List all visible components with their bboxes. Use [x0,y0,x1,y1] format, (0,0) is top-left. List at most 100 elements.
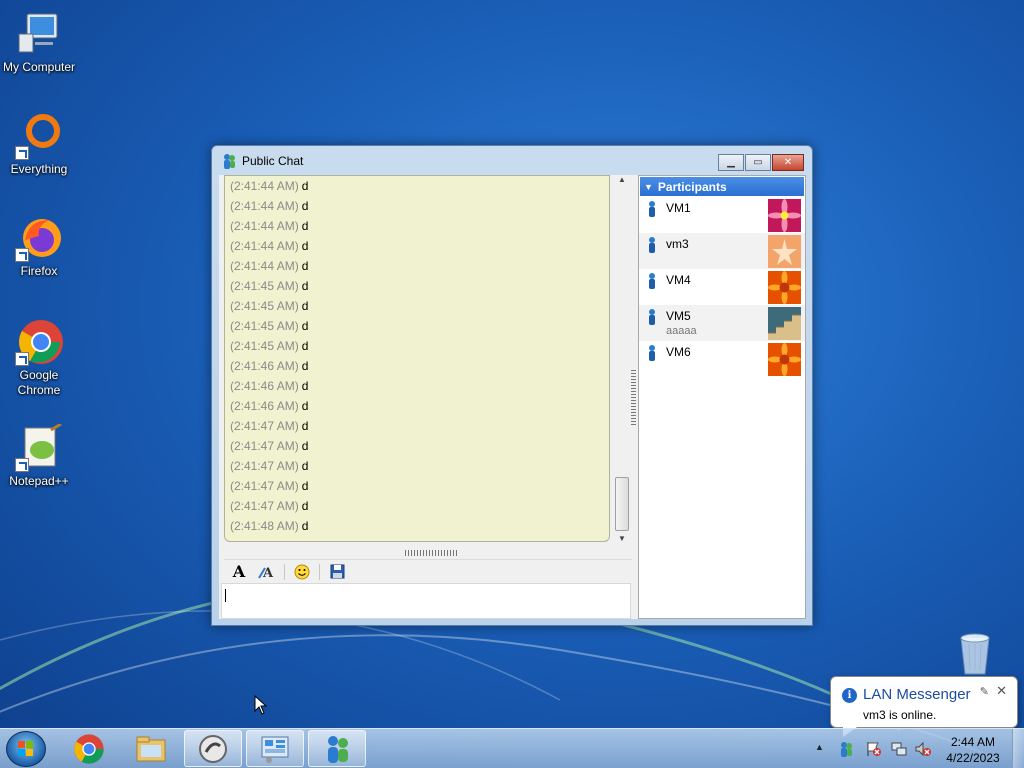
participant-name: VM1 [666,201,691,215]
scroll-up-icon[interactable]: ▲ [614,175,630,189]
folder-icon [136,736,166,761]
computer-icon [15,10,63,58]
shortcut-arrow-icon [15,352,29,366]
user-online-icon [648,237,656,253]
desktop-icon-notepad-plus-plus[interactable]: Notepad++ [0,422,78,489]
message-row: (2:41:47 AM) d [225,476,609,496]
message-input[interactable] [221,583,631,619]
message-text: d [301,459,309,473]
volume-muted-icon[interactable] [915,741,931,757]
message-timestamp: (2:41:46 AM) [230,379,299,393]
show-desktop-button[interactable] [1012,729,1024,768]
message-row: (2:41:45 AM) d [225,336,609,356]
message-timestamp: (2:41:47 AM) [230,479,299,493]
toolbar-separator [284,563,285,580]
taskbar-app-circle[interactable] [184,730,242,767]
scroll-down-icon[interactable]: ▼ [614,534,630,548]
message-scrollbar[interactable]: ▲ ▼ [614,175,630,548]
message-timestamp: (2:41:45 AM) [230,339,299,353]
lan-messenger-tray-icon[interactable] [838,741,854,757]
taskbar-file-explorer[interactable] [122,730,180,767]
splitter-handle-vertical[interactable] [631,370,636,425]
taskbar-chrome[interactable] [60,730,118,767]
participant-item[interactable]: VM5 aaaaa [639,305,805,341]
message-timestamp: (2:41:47 AM) [230,499,299,513]
minimize-icon: ▁ [727,157,735,168]
notification-balloon[interactable]: i LAN Messenger vm3 is online. ✎ ✕ [830,676,1018,737]
shortcut-arrow-icon [15,248,29,262]
taskbar-clock[interactable]: 2:44 AM 4/22/2023 [940,734,1006,766]
message-row: (2:41:47 AM) d [225,416,609,436]
message-timestamp: (2:41:46 AM) [230,399,299,413]
splitter-handle-horizontal[interactable] [405,550,459,556]
font-color-icon: A [258,566,274,580]
message-timestamp: (2:41:45 AM) [230,319,299,333]
lan-messenger-icon [328,735,348,763]
windows-logo-icon [18,741,33,756]
message-row: (2:41:44 AM) d [225,196,609,216]
action-center-icon[interactable] [866,741,882,757]
text-caret [225,589,226,602]
save-button[interactable] [326,562,348,582]
start-button[interactable] [6,731,46,767]
message-timestamp: (2:41:44 AM) [230,259,299,273]
close-icon[interactable]: ✕ [996,683,1007,699]
desktop-icon-everything[interactable]: Everything [0,112,78,177]
participant-item[interactable]: vm3 [639,233,805,269]
recycle-bin-icon[interactable] [955,630,995,676]
maximize-icon: ▭ [753,157,763,168]
taskbar-lan-messenger[interactable] [308,730,366,767]
message-text: d [301,499,309,513]
message-timestamp: (2:41:47 AM) [230,459,299,473]
message-text: d [301,219,309,233]
participant-item[interactable]: VM6 [639,341,805,377]
desktop-icon-firefox[interactable]: Firefox [0,214,78,279]
shortcut-arrow-icon [15,146,29,160]
emoticon-button[interactable] [291,562,313,582]
participant-item[interactable]: VM4 [639,269,805,305]
font-button[interactable]: A [228,562,250,582]
pin-icon[interactable]: ✎ [980,685,989,698]
smiley-icon [294,564,310,579]
participants-header[interactable]: ▼ Participants [639,176,805,197]
desktop-icon-label: My Computer [2,60,76,74]
message-log[interactable]: (2:41:44 AM) d (2:41:44 AM) d (2:41:44 AM) d(… [224,175,610,542]
clock-time: 2:44 AM [950,735,996,749]
everything-search-icon [15,112,63,160]
toolbar-separator [319,563,320,580]
message-row: (2:41:44 AM) d [225,256,609,276]
show-hidden-icons-icon[interactable]: ▲ [815,742,831,758]
info-icon: i [842,688,857,703]
network-icon[interactable] [891,741,907,757]
public-chat-window: Public Chat ▁ ▭ ✕ (2:41:44 AM) d (2:41:44 … [211,145,813,626]
control-panel-icon [261,736,289,763]
mouse-pointer-icon [254,695,268,715]
font-color-button[interactable]: A [256,562,278,582]
lan-messenger-icon [224,154,235,169]
maximize-button[interactable]: ▭ [745,154,771,171]
chat-client-area: (2:41:44 AM) d (2:41:44 AM) d (2:41:44 AM) d(… [219,175,806,619]
title-bar[interactable]: Public Chat ▁ ▭ ✕ [212,146,812,176]
chrome-icon [15,318,63,366]
close-button[interactable]: ✕ [772,154,804,171]
participant-name: vm3 [666,237,689,251]
message-text: d [301,479,309,493]
message-text: d [301,299,309,313]
message-text: d [301,199,309,213]
desktop-icon-label: Google Chrome [17,368,61,397]
message-text: d [301,319,309,333]
message-row: (2:41:47 AM) d [225,456,609,476]
desktop-icon-google-chrome[interactable]: Google Chrome [0,318,78,398]
avatar [768,343,801,376]
message-text: d [301,439,309,453]
message-text: d [301,519,309,533]
participant-item[interactable]: VM1 [639,197,805,233]
message-text: d [301,259,309,273]
taskbar-control-panel[interactable] [246,730,304,767]
minimize-button[interactable]: ▁ [718,154,744,171]
participant-status: aaaaa [666,325,697,337]
message-row: (2:41:48 AM) d [225,516,609,536]
desktop-icon-my-computer[interactable]: My Computer [0,10,78,75]
scroll-thumb[interactable] [615,477,629,531]
message-row: (2:41:47 AM) d [225,436,609,456]
